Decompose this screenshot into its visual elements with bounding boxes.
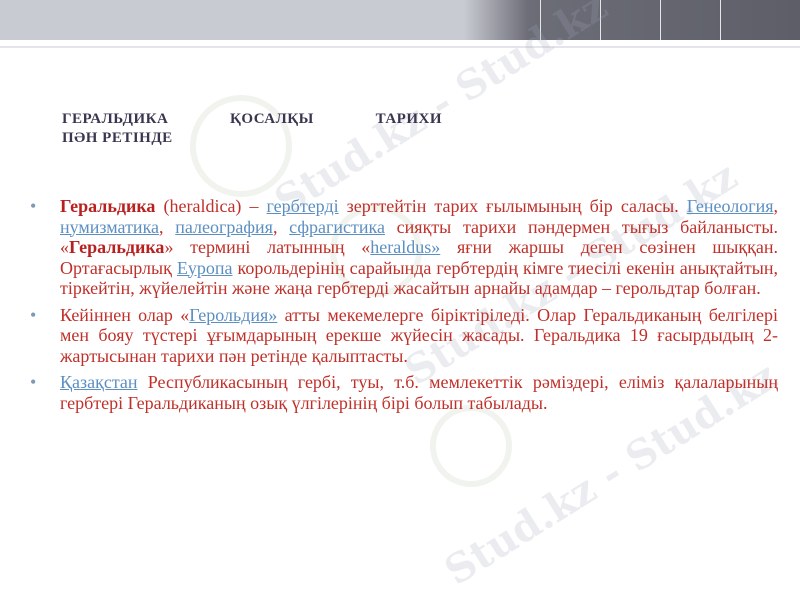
title-line2: ПӘН РЕТІНДЕ (62, 130, 173, 146)
link-paleografiya[interactable]: палеография (175, 217, 273, 237)
bullet-item: • Геральдика (heraldica) – гербтерді зер… (30, 196, 778, 299)
title-word: ТАРИХИ (375, 111, 442, 127)
text: , (272, 216, 290, 237)
text: Республикасының гербі, туы, т.б. мемлеке… (60, 372, 778, 413)
top-banner-shadow (0, 46, 800, 48)
bullet-icon: • (30, 304, 37, 325)
bullet-icon: • (30, 196, 37, 216)
title-word: ҚОСАЛҚЫ (229, 111, 314, 127)
link-europa[interactable]: Еуропа (177, 258, 233, 278)
bullet-icon: • (30, 372, 37, 392)
link-heraldus[interactable]: heraldus» (370, 237, 440, 257)
bullet-item: • Кейіннен олар «Герольдия» атты мекемел… (30, 305, 778, 367)
term-bold: Геральдика (60, 196, 156, 216)
text: , (773, 196, 778, 216)
link-geneologiya[interactable]: Генеология (687, 196, 774, 216)
link-gerbterdi[interactable]: гербтерді (267, 196, 339, 216)
term-bold: Геральдика (69, 237, 165, 257)
text: (heraldica) – (155, 196, 267, 216)
text: Кейіннен олар « (60, 304, 190, 325)
text: , (159, 216, 176, 237)
link-sfragistika[interactable]: сфрагистика (289, 217, 385, 237)
slide-body: • Геральдика (heraldica) – гербтерді зер… (30, 196, 778, 419)
link-numizmatika[interactable]: нумизматика (60, 217, 159, 237)
top-banner-bar (0, 0, 800, 40)
slide-title: ГЕРАЛЬДИКА ҚОСАЛҚЫ ТАРИХИ ПӘН РЕТІНДЕ (62, 110, 442, 148)
bullet-list: • Геральдика (heraldica) – гербтерді зер… (30, 196, 778, 413)
bullet-item: • Қазақстан Республикасының гербі, туы, … (30, 372, 778, 413)
title-word: ГЕРАЛЬДИКА (62, 111, 169, 127)
text: » термині латынның « (164, 237, 371, 257)
link-kazakhstan[interactable]: Қазақстан (60, 372, 138, 392)
text: зерттейтін тарих ғылымының бір саласы. (338, 196, 687, 216)
link-geroldiya[interactable]: Герольдия» (189, 305, 277, 325)
